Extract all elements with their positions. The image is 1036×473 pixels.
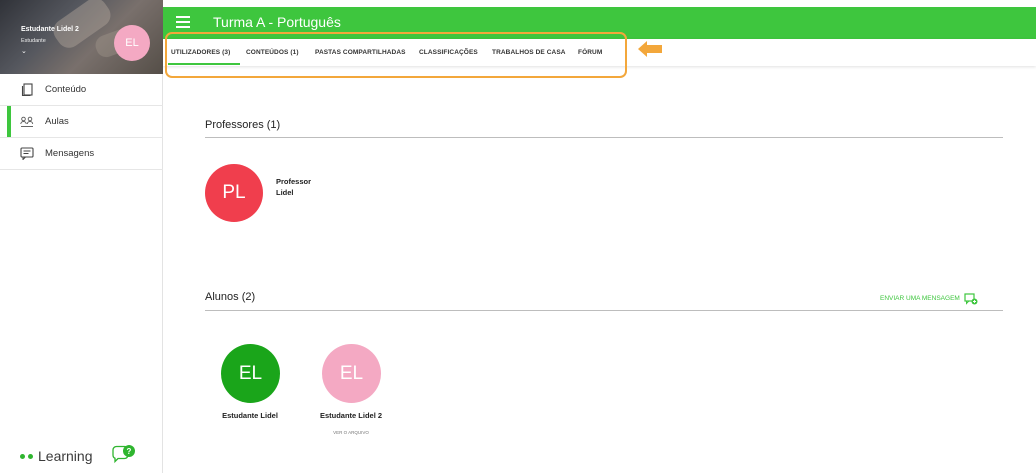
page-title: Turma A - Português: [213, 14, 341, 30]
help-badge: ?: [127, 447, 132, 456]
teacher-avatar[interactable]: PL: [205, 164, 263, 222]
profile-role: Estudante: [21, 38, 46, 44]
sidebar: Estudante Lidel 2 Estudante ⌄ EL Conteúd…: [0, 0, 163, 473]
sidebar-item-conteudo[interactable]: Conteúdo: [0, 74, 163, 106]
student-avatar[interactable]: EL: [221, 344, 280, 403]
hamburger-icon[interactable]: [176, 16, 190, 28]
chevron-down-icon[interactable]: ⌄: [21, 47, 27, 55]
brand-label: Learning: [38, 448, 93, 464]
sidebar-nav: Conteúdo Aulas Mensagens: [0, 74, 163, 170]
student-name[interactable]: Estudante Lidel: [210, 411, 290, 420]
annotation-highlight-box: [165, 32, 627, 78]
view-archive-link[interactable]: VER O ARQUIVO: [311, 430, 391, 435]
arrow-left-icon: [638, 40, 662, 58]
message-add-icon: [964, 292, 978, 305]
sidebar-item-aulas[interactable]: Aulas: [0, 106, 163, 138]
profile-name: Estudante Lidel 2: [21, 26, 79, 33]
student-avatar[interactable]: EL: [322, 344, 381, 403]
sidebar-item-label: Aulas: [45, 116, 69, 127]
divider: [205, 310, 1003, 311]
teachers-section-title: Professores (1): [205, 119, 281, 131]
message-icon: [19, 146, 35, 162]
sidebar-item-label: Mensagens: [45, 148, 95, 159]
send-message-button[interactable]: ENVIAR UMA MENSAGEM: [880, 292, 978, 305]
brand-logo: Learning: [20, 448, 93, 464]
avatar[interactable]: EL: [114, 25, 150, 61]
teacher-name[interactable]: Professor Lidel: [276, 176, 311, 198]
student-name[interactable]: Estudante Lidel 2: [306, 411, 396, 420]
app-root: Estudante Lidel 2 Estudante ⌄ EL Conteúd…: [0, 0, 1036, 473]
help-chat-icon[interactable]: ?: [111, 444, 139, 466]
divider: [205, 137, 1003, 138]
profile-card[interactable]: Estudante Lidel 2 Estudante ⌄ EL: [0, 0, 163, 74]
students-section-title: Alunos (2): [205, 291, 256, 303]
people-icon: [19, 114, 35, 130]
document-icon: [19, 82, 35, 98]
sidebar-item-label: Conteúdo: [45, 84, 87, 95]
sidebar-item-mensagens[interactable]: Mensagens: [0, 138, 163, 170]
send-message-label: ENVIAR UMA MENSAGEM: [880, 294, 960, 302]
